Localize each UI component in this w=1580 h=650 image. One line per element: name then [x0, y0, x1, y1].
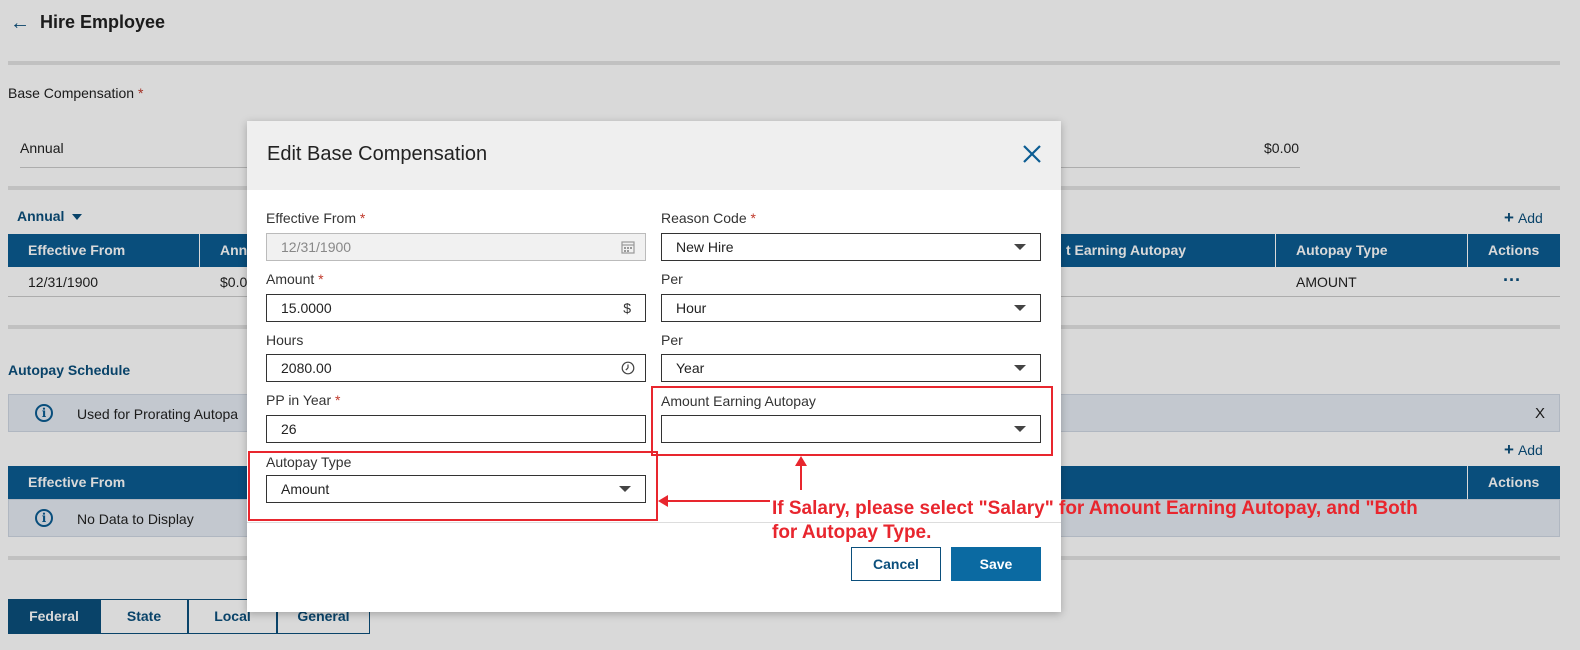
- chevron-down-icon: [1014, 365, 1026, 371]
- clock-icon: [621, 361, 635, 375]
- amount-label: Amount *: [266, 271, 324, 287]
- hours-label: Hours: [266, 332, 304, 348]
- per-label: Per: [661, 332, 683, 348]
- reason-code-label: Reason Code *: [661, 210, 756, 226]
- annotation-box: [248, 451, 658, 521]
- per-hour-select[interactable]: Hour: [661, 294, 1041, 322]
- annotation-line-1: If Salary, please select "Salary" for Am…: [772, 498, 1418, 519]
- annotation-line-2: for Autopay Type.: [772, 522, 932, 543]
- per-year-select[interactable]: Year: [661, 354, 1041, 382]
- effective-from-label: Effective From *: [266, 210, 366, 226]
- modal-title: Edit Base Compensation: [267, 143, 488, 165]
- annotation-box: [651, 386, 1053, 456]
- reason-code-select[interactable]: New Hire: [661, 233, 1041, 261]
- save-button[interactable]: Save: [951, 547, 1041, 581]
- calendar-icon: [621, 241, 635, 254]
- pp-in-year-label: PP in Year *: [266, 392, 341, 408]
- annotation-note: If Salary, please select "Salary" for Am…: [772, 497, 1532, 545]
- amount-input[interactable]: 15.0000 $: [266, 294, 646, 322]
- pp-in-year-input[interactable]: 26: [266, 415, 646, 443]
- effective-from-field: 12/31/1900: [266, 233, 646, 261]
- close-icon[interactable]: [1019, 141, 1045, 167]
- per-label: Per: [661, 271, 683, 287]
- chevron-down-icon: [1014, 244, 1026, 250]
- hours-input[interactable]: 2080.00: [266, 354, 646, 382]
- chevron-down-icon: [1014, 305, 1026, 311]
- dollar-icon: $: [623, 300, 631, 316]
- cancel-button[interactable]: Cancel: [851, 547, 941, 581]
